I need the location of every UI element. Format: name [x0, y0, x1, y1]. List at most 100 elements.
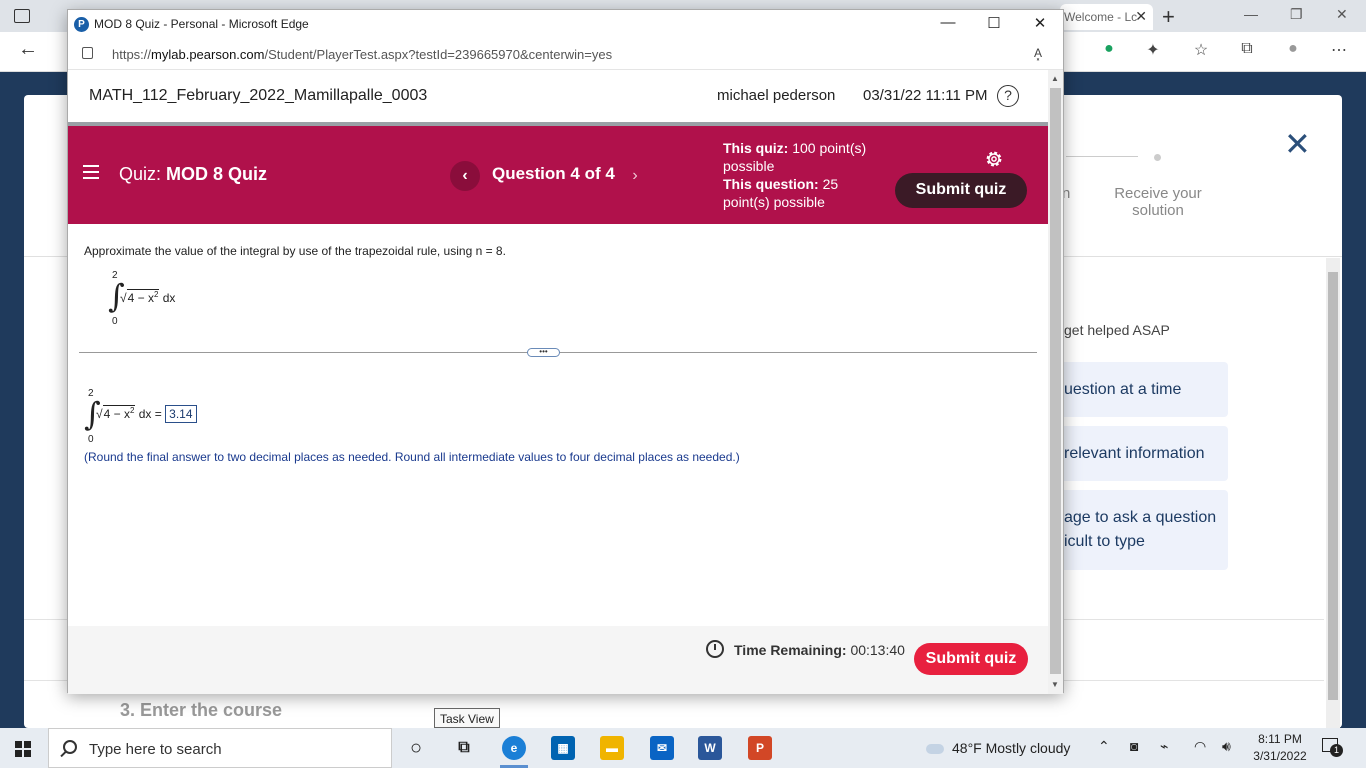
url-domain: mylab.pearson.com	[151, 47, 265, 62]
taskbar-clock[interactable]: 8:11 PM 3/31/2022	[1250, 731, 1310, 765]
radicand: 4 − x2	[102, 405, 136, 421]
new-tab-icon[interactable]: +	[1162, 4, 1175, 30]
weather-widget[interactable]: 48°F Mostly cloudy	[926, 740, 1070, 756]
url-prefix: https://	[112, 47, 152, 62]
time-remaining-value: 00:13:40	[850, 642, 905, 658]
radicand-exponent: 2	[129, 406, 135, 415]
scroll-thumb[interactable]	[1050, 88, 1061, 674]
quiz-points-label: This quiz:	[723, 140, 789, 156]
tab-actions-icon[interactable]	[14, 9, 30, 23]
quiz-prefix: Quiz:	[119, 164, 162, 184]
radicand-base: 4 − x	[103, 407, 130, 421]
scroll-up-icon[interactable]: ▲	[1051, 74, 1059, 83]
background-tab[interactable]: Welcome - Lc ✕	[1060, 4, 1153, 30]
url-path: /Student/PlayerTest.aspx?testId=23966597…	[264, 47, 613, 62]
help-item-line: age to ask a question	[1064, 509, 1217, 526]
notification-center-icon[interactable]: 1	[1322, 738, 1344, 758]
step-receive-solution: Receive your solution	[1114, 185, 1202, 219]
notification-badge: 1	[1330, 744, 1343, 757]
grammarly-icon[interactable]: ●	[1098, 40, 1120, 62]
windows-start-icon[interactable]	[15, 741, 31, 757]
back-arrow-icon[interactable]: ←	[18, 38, 38, 61]
differential: dx	[162, 291, 176, 305]
previous-question-button[interactable]: ‹	[450, 161, 480, 191]
volume-icon[interactable]: 🔊︎	[1222, 738, 1231, 755]
menu-icon[interactable]	[83, 165, 99, 179]
submit-quiz-button-bottom[interactable]: Submit quiz	[914, 643, 1028, 675]
quiz-title: Quiz: MOD 8 Quiz	[119, 164, 267, 185]
answer-input[interactable]: 3.14	[165, 405, 197, 423]
background-tab-title: Welcome - Lc	[1064, 10, 1138, 24]
edge-icon[interactable]: e	[502, 736, 526, 760]
question-points-label: This question:	[723, 176, 819, 192]
chevron-up-icon[interactable]: ⌃	[1098, 738, 1110, 755]
course-name: MATH_112_February_2022_Mamillapalle_0003	[89, 87, 428, 104]
cortana-icon[interactable]: ○	[404, 736, 428, 760]
radical-sign: √	[120, 291, 127, 305]
lock-icon	[82, 47, 93, 59]
quiz-popup-window: P MOD 8 Quiz - Personal - Microsoft Edge…	[67, 9, 1064, 694]
quiz-content: MATH_112_February_2022_Mamillapalle_0003…	[68, 70, 1048, 694]
time-remaining-label: Time Remaining:	[734, 642, 847, 658]
scroll-down-icon[interactable]: ▼	[1051, 680, 1059, 689]
bottom-bar: Time Remaining: 00:13:40 Submit quiz	[68, 626, 1048, 694]
taskbar-search[interactable]: Type here to search	[48, 728, 392, 768]
step-connector	[1066, 156, 1138, 157]
taskbar: Type here to search ○ ⧉ e ▦ ▬ ✉ W P 48°F…	[0, 728, 1366, 768]
network-icon[interactable]: ⌁	[1160, 738, 1168, 755]
question-points: This question: 25 point(s) possible	[723, 175, 883, 211]
pearson-logo-icon: P	[74, 17, 89, 32]
popup-scrollbar[interactable]: ▲ ▼	[1048, 70, 1063, 694]
next-question-button[interactable]: ›	[620, 161, 650, 191]
help-item: relevant information	[1040, 426, 1228, 481]
popup-title: MOD 8 Quiz - Personal - Microsoft Edge	[94, 17, 309, 31]
mail-icon[interactable]: ✉	[650, 736, 674, 760]
radicand-base: 4 − x	[127, 291, 154, 305]
background-scrollbar[interactable]	[1326, 258, 1340, 728]
answer-expression: 2 ∫ 0 √4 − x2 dx = 3.14	[84, 388, 244, 448]
close-window-icon[interactable]: ✕	[1336, 6, 1348, 23]
extensions-icon[interactable]: ✦	[1142, 40, 1164, 62]
quiz-name: MOD 8 Quiz	[166, 164, 268, 184]
wifi-icon[interactable]: ◠	[1194, 738, 1206, 755]
radicand: 4 − x2	[126, 289, 160, 305]
meet-now-icon[interactable]: ◙	[1130, 738, 1138, 754]
popup-address-bar[interactable]: https://mylab.pearson.com/Student/Player…	[68, 39, 1063, 70]
popup-url[interactable]: https://mylab.pearson.com/Student/Player…	[112, 47, 612, 62]
popup-maximize-icon[interactable]: ☐	[984, 14, 1004, 32]
rounding-instructions: (Round the final answer to two decimal p…	[84, 450, 740, 464]
help-title: get helped ASAP	[1064, 322, 1170, 338]
profile-avatar-icon[interactable]: ●	[1282, 40, 1304, 62]
popup-minimize-icon[interactable]: —	[938, 14, 958, 31]
close-modal-icon[interactable]: ✕	[1284, 128, 1311, 160]
file-explorer-icon[interactable]: ▬	[600, 736, 624, 760]
settings-gear-icon[interactable]	[983, 148, 1005, 170]
help-item: age to ask a question icult to type	[1040, 490, 1228, 570]
course-header: MATH_112_February_2022_Mamillapalle_0003…	[68, 70, 1048, 122]
more-menu-icon[interactable]: ⋯	[1328, 40, 1350, 62]
powerpoint-icon[interactable]: P	[748, 736, 772, 760]
time-remaining: Time Remaining: 00:13:40	[734, 642, 905, 658]
expand-button[interactable]: •••	[527, 348, 560, 357]
search-icon	[63, 740, 77, 754]
read-aloud-icon[interactable]: A͓	[1034, 46, 1042, 60]
step3-label: 3. Enter the course	[120, 700, 283, 720]
task-view-tooltip: Task View	[434, 708, 500, 728]
task-view-icon[interactable]: ⧉	[452, 736, 476, 760]
favorites-icon[interactable]: ☆	[1190, 40, 1212, 62]
collections-icon[interactable]: ⧉	[1236, 40, 1258, 62]
integrand: √4 − x2 dx = 3.14	[96, 405, 197, 423]
help-icon[interactable]: ?	[997, 85, 1019, 107]
store-icon[interactable]: ▦	[551, 736, 575, 760]
word-icon[interactable]: W	[698, 736, 722, 760]
integrand: √4 − x2 dx	[120, 289, 175, 305]
radical-sign: √	[96, 407, 103, 421]
close-tab-icon[interactable]: ✕	[1135, 8, 1147, 25]
popup-close-icon[interactable]: ✕	[1030, 14, 1050, 32]
cloud-icon	[926, 744, 944, 755]
submit-quiz-button-top[interactable]: Submit quiz	[895, 173, 1027, 208]
restore-icon[interactable]: ❐	[1290, 6, 1303, 23]
minimize-icon[interactable]: —	[1244, 6, 1258, 22]
step-dot	[1154, 154, 1161, 161]
quiz-points: This quiz: 100 point(s) possible	[723, 139, 883, 175]
